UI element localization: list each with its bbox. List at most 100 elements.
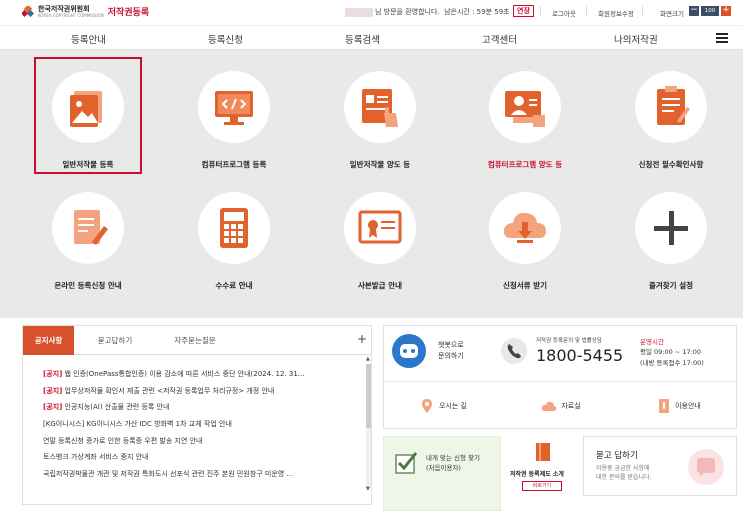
nav-item-registration-guide[interactable]: 등록안내 <box>71 32 106 46</box>
list-item[interactable]: [공지] 인공지능(AI) 산출물 관련 등록 안내 <box>43 399 363 416</box>
notice-tag: [공지] <box>43 386 63 395</box>
divider <box>540 6 541 17</box>
directions-label: 오시는 길 <box>439 401 467 410</box>
notice-title: 국립저작권박물관 개관 및 저작권 특화도시 선포식 관련 진주 본원 민원창구… <box>43 470 294 479</box>
logout-link[interactable]: 로그아웃 <box>552 8 576 18</box>
hours-title: 운영시간 <box>640 338 664 346</box>
notice-list: [공지] 웹 인증(OnePass통합인증) 이용 감소에 따른 서비스 중단 … <box>43 366 363 483</box>
tile-program-registration[interactable]: 컴퓨터프로그램 등록 <box>180 71 288 170</box>
masked-username <box>345 7 373 17</box>
nav-item-my-copyright[interactable]: 나의저작권 <box>614 32 658 46</box>
tab-faq[interactable]: 자주묻는질문 <box>163 326 227 355</box>
tile-favorites-settings[interactable]: 즐겨찾기 설정 <box>617 192 725 291</box>
checklist-pen-icon <box>657 86 690 125</box>
list-item[interactable]: [KG이니시스] KG이니시스 가산 IDC 방화벽 1차 교체 작업 안내 <box>43 416 363 433</box>
tile-label: 수수료 안내 <box>215 281 253 290</box>
tile-circle <box>635 192 707 264</box>
scroll-thumb[interactable] <box>366 364 371 428</box>
plus-icon <box>654 211 688 245</box>
zoom-out-button[interactable]: − <box>689 6 699 16</box>
tile-label: 일반저작물 양도 등 <box>349 160 411 169</box>
profile-edit-link[interactable]: 회원정보수정 <box>598 8 634 18</box>
nav-item-customer-center[interactable]: 고객센터 <box>482 32 517 46</box>
hours-weekday: 평일 09:00 ~ 17:00 <box>640 348 702 356</box>
list-item[interactable]: 국립저작권박물관 개관 및 저작권 특화도시 선포식 관련 진주 본원 민원창구… <box>43 466 363 483</box>
nav-item-registration-search[interactable]: 등록검색 <box>345 32 380 46</box>
go-to-intro-button[interactable]: 바로가기 <box>522 481 562 491</box>
tile-circle <box>489 71 561 143</box>
notice-title: 인공지능(AI) 산출물 관련 등록 안내 <box>62 403 170 412</box>
menu-icon[interactable] <box>716 33 728 43</box>
tile-circle <box>344 71 416 143</box>
scroll-up-icon[interactable]: ▲ <box>366 356 370 362</box>
divider <box>586 6 587 17</box>
contact-box: 챗봇으로 문의하기 저작권 등록문의 및 법률상담 1800-5455 운영시간… <box>383 325 738 429</box>
qna-box[interactable]: 묻고 답하기 이용중 궁금한 사항에 대한 문의를 받습니다. <box>583 436 737 496</box>
notice-title: [KG이니시스] KG이니시스 가산 IDC 방화벽 1차 교체 작업 안내 <box>43 420 232 429</box>
notice-title: 연말 등록신청 증가로 인한 등록증 우편 발송 지연 안내 <box>43 436 203 445</box>
document-pen-icon <box>74 210 108 245</box>
tile-pre-application-checklist[interactable]: 신청전 필수확인사항 <box>617 71 725 170</box>
scrollbar[interactable] <box>366 364 371 488</box>
nav-item-registration-apply[interactable]: 등록신청 <box>208 32 243 46</box>
tile-download-forms[interactable]: 신청서류 받기 <box>471 192 579 291</box>
tile-general-work-transfer[interactable]: 일반저작물 양도 등 <box>326 71 434 170</box>
tile-fee-guide[interactable]: 수수료 안내 <box>180 192 288 291</box>
org-name: 한국저작권위원회 <box>38 4 90 13</box>
scroll-down-icon[interactable]: ▼ <box>366 486 370 492</box>
site-logo[interactable]: 한국저작권위원회 KOREA COPYRIGHT COMMISSION 저작권등… <box>22 5 149 18</box>
qna-desc-2: 대한 문의를 받습니다. <box>596 474 652 481</box>
library-link[interactable]: 자료실 <box>502 381 620 429</box>
registration-intro-title: 저작권 등록제도 소개 <box>510 471 564 478</box>
notice-board: 공지사항 묻고답하기 자주묻는질문 + [공지] 웹 인증(OnePass통합인… <box>22 325 372 505</box>
extend-session-button[interactable]: 연장 <box>513 5 534 17</box>
tile-program-transfer[interactable]: 컴퓨터프로그램 양도 등 <box>471 71 579 170</box>
qna-title: 묻고 답하기 <box>596 451 638 461</box>
zoom-value: 100 <box>701 6 719 16</box>
book-icon <box>536 443 550 461</box>
list-item[interactable]: 토스뱅크 가상계좌 서비스 중지 안내 <box>43 449 363 466</box>
logo-mark-icon <box>22 5 34 17</box>
chatbot-label-1: 챗봇으로 <box>438 341 464 349</box>
list-item[interactable]: [공지] 업무상저작물 확인서 제출 관련 <저작권 등록업무 처리규정> 개정… <box>43 383 363 400</box>
tile-circle <box>52 192 124 264</box>
calculator-icon <box>220 208 248 248</box>
list-item[interactable]: 연말 등록신청 증가로 인한 등록증 우편 발송 지연 안내 <box>43 433 363 450</box>
main-navigation: 등록안내 등록신청 등록검색 고객센터 나의저작권 <box>0 25 743 50</box>
tab-qna[interactable]: 묻고답하기 <box>85 326 145 355</box>
tile-circle <box>489 192 561 264</box>
zoom-in-button[interactable]: + <box>721 6 731 16</box>
notice-title: 업무상저작물 확인서 제출 관련 <저작권 등록업무 처리규정> 개정 안내 <box>62 386 275 395</box>
chatbot-icon[interactable] <box>392 334 426 368</box>
usage-guide-link[interactable]: 이용안내 <box>620 381 738 429</box>
find-service-box[interactable]: 내게 맞는 신청 찾기 (처음이용자) <box>383 436 501 511</box>
guide-book-icon <box>659 398 670 413</box>
notice-title: 웹 인증(OnePass통합인증) 이용 감소에 따른 서비스 중단 안내(20… <box>62 370 305 378</box>
hours-info: 평일 09:00 ~ 17:00 (내방 등록접수 17:00) <box>640 347 704 369</box>
notice-title: 토스뱅크 가상계좌 서비스 중지 안내 <box>43 453 149 462</box>
phone-icon <box>501 338 527 364</box>
checkbox-icon <box>395 452 418 474</box>
find-service-sub: (처음이용자) <box>426 464 461 472</box>
directions-link[interactable]: 오시는 길 <box>384 381 502 429</box>
list-item[interactable]: [공지] 웹 인증(OnePass통합인증) 이용 감소에 따른 서비스 중단 … <box>43 366 363 383</box>
tile-label: 컴퓨터프로그램 등록 <box>201 160 267 169</box>
qna-desc-1: 이용중 궁금한 사항에 <box>596 465 650 472</box>
selection-highlight <box>34 57 142 174</box>
cloud-download-icon <box>503 212 546 243</box>
more-button[interactable]: + <box>357 332 367 346</box>
tab-notices[interactable]: 공지사항 <box>23 326 74 355</box>
hours-visit: (내방 등록접수 17:00) <box>640 359 704 367</box>
org-sub: KOREA COPYRIGHT COMMISSION <box>38 12 104 18</box>
map-pin-icon <box>422 398 432 413</box>
tile-circle <box>198 71 270 143</box>
tile-circle <box>198 192 270 264</box>
tile-circle <box>635 71 707 143</box>
phone-number: 1800-5455 <box>536 346 624 365</box>
chatbot-link[interactable]: 챗봇으로 문의하기 <box>438 340 464 362</box>
notice-tag: [공지] <box>43 403 63 412</box>
tile-copy-issuance-guide[interactable]: 사본발급 안내 <box>326 192 434 291</box>
tile-label: 신청전 필수확인사항 <box>638 160 704 169</box>
tile-online-registration-guide[interactable]: 온라인 등록신청 안내 <box>34 192 142 291</box>
code-monitor-icon <box>215 91 253 125</box>
